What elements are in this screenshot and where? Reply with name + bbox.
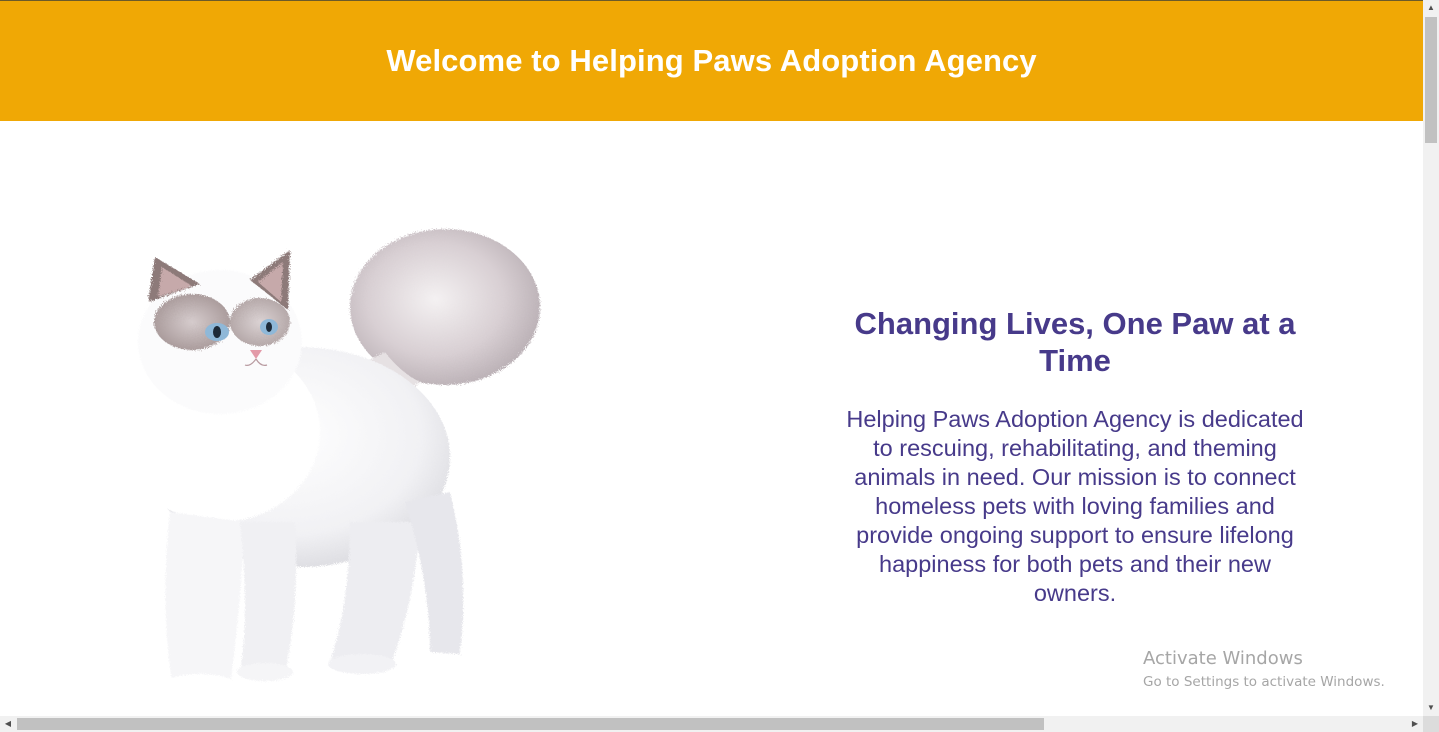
scroll-right-arrow-icon[interactable]: ▶ — [1407, 716, 1423, 732]
hero-description: Helping Paws Adoption Agency is dedicate… — [846, 406, 1304, 606]
hero-title: Changing Lives, One Paw at a Time — [854, 306, 1296, 378]
watermark-title: Activate Windows — [1143, 648, 1303, 669]
site-title: Welcome to Helping Paws Adoption Agency — [386, 43, 1037, 78]
vertical-scrollbar[interactable]: ▲ ▼ — [1423, 0, 1439, 716]
horizontal-scrollbar[interactable]: ◀ ▶ — [0, 716, 1423, 732]
scrollbar-corner — [1423, 716, 1439, 732]
vertical-scroll-thumb[interactable] — [1425, 17, 1437, 143]
scroll-down-arrow-icon[interactable]: ▼ — [1423, 700, 1439, 716]
scroll-left-arrow-icon[interactable]: ◀ — [0, 716, 16, 732]
page-viewport: Welcome to Helping Paws Adoption Agency — [0, 0, 1423, 716]
activate-windows-watermark: Activate Windows Go to Settings to activ… — [1143, 648, 1385, 692]
hero-cat-image — [100, 222, 560, 697]
horizontal-scroll-thumb[interactable] — [17, 718, 1044, 730]
watermark-subtitle: Go to Settings to activate Windows. — [1143, 674, 1385, 690]
site-header: Welcome to Helping Paws Adoption Agency — [0, 0, 1423, 121]
hero-section: Changing Lives, One Paw at a Time Helpin… — [830, 305, 1320, 608]
scroll-up-arrow-icon[interactable]: ▲ — [1423, 0, 1439, 16]
